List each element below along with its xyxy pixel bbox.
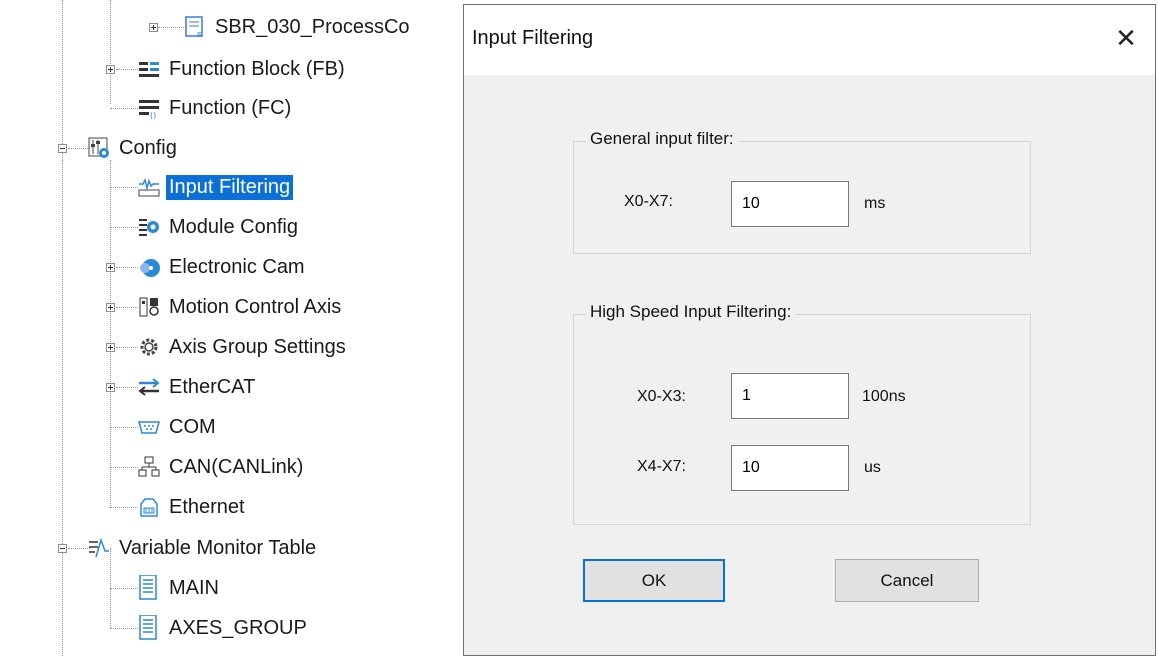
tree-item-label: SBR_030_ProcessCo	[215, 15, 410, 38]
tree-item-variable-monitor-table[interactable]: Variable Monitor Table	[88, 534, 319, 562]
input-filtering-dialog: Input Filtering ✕ General input filter: …	[463, 4, 1156, 656]
tree-item-label: Axis Group Settings	[169, 335, 346, 358]
gear-icon	[138, 336, 160, 358]
tree-item-axes-group[interactable]: AXES_GROUP	[138, 614, 310, 642]
tree-item-electronic-cam[interactable]: Electronic Cam	[138, 253, 308, 281]
tree-item-label: CAN(CANLink)	[169, 455, 304, 478]
x4-x7-label: X4-X7:	[637, 458, 686, 475]
tree-item-can[interactable]: CAN(CANLink)	[138, 453, 306, 481]
ethernet-icon	[138, 496, 160, 518]
config-icon	[88, 137, 110, 159]
tree-item-label: Config	[119, 136, 177, 159]
cancel-button[interactable]: Cancel	[835, 559, 979, 602]
collapse-toggle[interactable]	[58, 144, 67, 153]
serial-port-icon	[138, 416, 160, 438]
tree-item-axis-group-settings[interactable]: Axis Group Settings	[138, 333, 349, 361]
dialog-titlebar[interactable]: Input Filtering ✕	[464, 5, 1155, 75]
tree-item-label: Function (FC)	[169, 96, 292, 119]
tree-item-label: Input Filtering	[166, 174, 294, 200]
x4-x7-unit: us	[864, 459, 881, 476]
tree-item-ethercat[interactable]: EtherCAT	[138, 373, 258, 401]
module-config-icon	[138, 216, 160, 238]
ok-button[interactable]: OK	[583, 559, 725, 602]
tree-item-label: COM	[169, 415, 216, 438]
tree-item-label: EtherCAT	[169, 375, 256, 398]
table-icon	[138, 615, 160, 640]
x0-x3-unit: 100ns	[862, 388, 906, 405]
x0-x3-label: X0-X3:	[637, 388, 686, 405]
expand-toggle[interactable]	[106, 65, 115, 74]
tree-item-label: Motion Control Axis	[169, 295, 342, 318]
tree-item-label: MAIN	[169, 576, 219, 599]
tree-item-input-filtering[interactable]: Input Filtering	[138, 173, 294, 201]
x4-x7-filter-input[interactable]	[731, 445, 849, 491]
dialog-title: Input Filtering	[472, 27, 594, 49]
function-icon: ()	[138, 97, 160, 119]
tree-item-function-block[interactable]: Function Block (FB)	[138, 55, 348, 83]
input-filtering-icon	[138, 176, 160, 198]
monitor-table-icon	[88, 537, 110, 559]
ethercat-icon	[138, 376, 160, 398]
x0-x7-filter-input[interactable]	[731, 181, 849, 227]
x0-x3-filter-input[interactable]	[731, 373, 849, 419]
table-icon	[138, 575, 160, 600]
expand-toggle[interactable]	[106, 343, 115, 352]
group-legend: High Speed Input Filtering:	[586, 302, 796, 322]
group-legend: General input filter:	[586, 129, 738, 149]
tree-item-label: Ethernet	[169, 495, 245, 518]
close-icon[interactable]: ✕	[1107, 19, 1145, 57]
tree-item-module-config[interactable]: Module Config	[138, 213, 301, 241]
function-block-icon	[138, 58, 160, 80]
tree-item-label: Electronic Cam	[169, 255, 305, 278]
tree-item-motion-control-axis[interactable]: Motion Control Axis	[138, 293, 344, 321]
svg-text:s: s	[197, 30, 202, 38]
electronic-cam-icon	[138, 256, 160, 278]
tree-item-function[interactable]: () Function (FC)	[138, 94, 294, 122]
expand-toggle[interactable]	[106, 263, 115, 272]
x0-x7-label: X0-X7:	[624, 193, 673, 210]
tree-item-main[interactable]: MAIN	[138, 574, 222, 602]
expand-toggle[interactable]	[106, 303, 115, 312]
svg-text:(): ()	[150, 111, 156, 119]
network-icon	[138, 456, 160, 478]
project-tree: s SBR_030_ProcessCo Function Block (FB) …	[0, 0, 470, 656]
motion-axis-icon	[138, 296, 160, 318]
tree-item-sbr-030[interactable]: s SBR_030_ProcessCo	[184, 13, 413, 41]
expand-toggle[interactable]	[149, 23, 158, 32]
expand-toggle[interactable]	[106, 383, 115, 392]
tree-item-com[interactable]: COM	[138, 413, 219, 441]
tree-item-ethernet[interactable]: Ethernet	[138, 493, 248, 521]
tree-item-config[interactable]: Config	[88, 134, 180, 162]
tree-item-label: Function Block (FB)	[169, 57, 345, 80]
tree-item-label: AXES_GROUP	[169, 616, 307, 639]
collapse-toggle[interactable]	[58, 544, 67, 553]
x0-x7-unit: ms	[864, 195, 886, 212]
high-speed-input-filter-group: High Speed Input Filtering:	[573, 302, 1031, 525]
tree-item-label: Variable Monitor Table	[119, 536, 317, 559]
tree-item-label: Module Config	[169, 215, 298, 238]
subroutine-icon: s	[184, 16, 206, 38]
